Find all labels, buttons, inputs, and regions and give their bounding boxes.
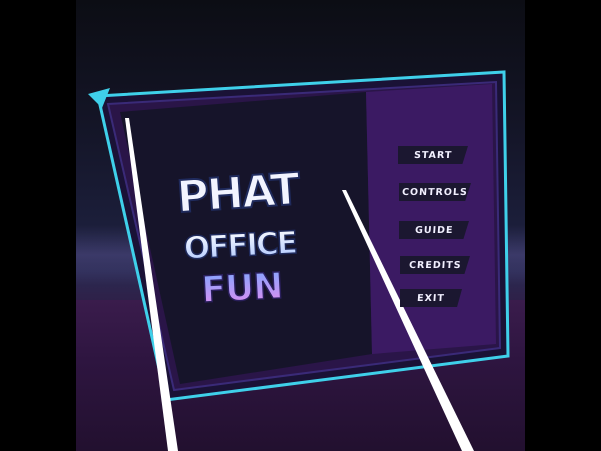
guide-button[interactable]: GUIDE [399,221,469,239]
menu-panel [366,84,496,354]
start-button-label: START [413,149,453,161]
vr-scene: PHAT OFFICE FUN START CONTROLS GUIDE CRE… [76,0,525,451]
controls-button[interactable]: CONTROLS [399,183,471,201]
credits-button-label: CREDITS [408,259,462,271]
credits-button[interactable]: CREDITS [400,256,470,274]
exit-button-label: EXIT [416,292,446,304]
exit-button[interactable]: EXIT [400,289,462,307]
guide-button-label: GUIDE [414,224,454,236]
controls-button-label: CONTROLS [401,186,469,198]
start-button[interactable]: START [398,146,468,164]
